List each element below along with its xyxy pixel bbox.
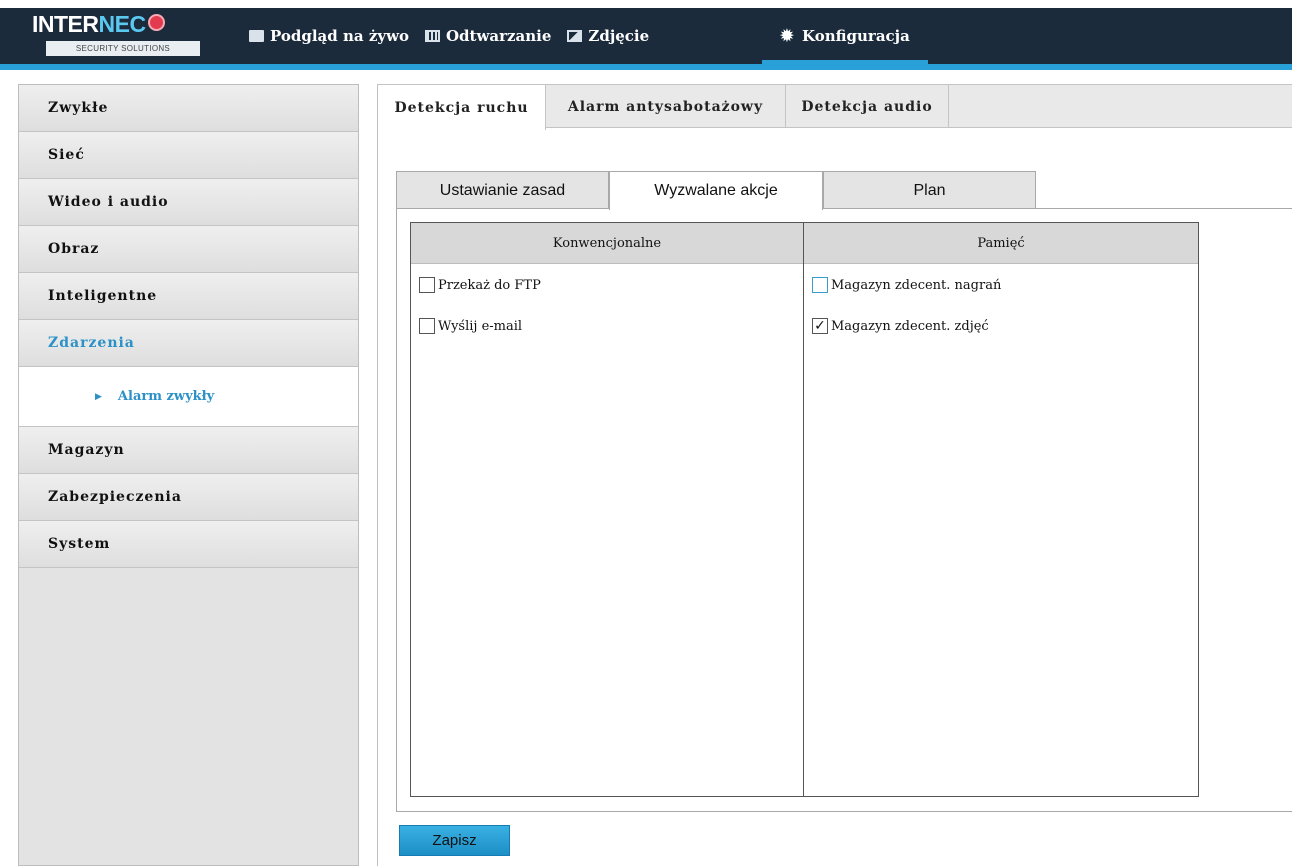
subtab-triggered-actions[interactable]: Wyzwalane akcje [609,171,823,210]
nav-live-view[interactable]: Podgląd na żywo [249,27,409,45]
event-tabs: Detekcja ruchu Alarm antysabotażowy Dete… [378,84,1292,130]
tab-motion-detection[interactable]: Detekcja ruchu [378,85,546,130]
main-nav: Podgląd na żywo Odtwarzanie Zdjęcie [249,8,665,64]
save-button[interactable]: Zapisz [399,825,510,856]
sidebar-item-general[interactable]: Zwykłe [19,85,358,132]
checkbox-box[interactable] [419,318,435,334]
nav-active-indicator [762,60,928,64]
top-clipped-text [0,0,1292,8]
sidebar-item-security[interactable]: Zabezpieczenia [19,474,358,521]
nav-label: Podgląd na żywo [270,27,409,45]
nav-label: Konfiguracja [802,27,910,45]
sidebar-item-system[interactable]: System [19,521,358,568]
tab-audio-detection[interactable]: Detekcja audio [786,85,949,128]
column-header-storage: Pamięć [977,236,1025,251]
photo-icon [567,30,583,42]
sidebar-subitem-label: Alarm zwykły [117,389,215,404]
config-sidebar: Zwykłe Sieć Wideo i audio Obraz Intelige… [18,84,359,866]
actions-grid-header: Konwencjonalne Pamięć [411,223,1198,264]
checkbox-label: Magazyn zdecent. zdjęć [831,318,989,334]
nav-playback[interactable]: Odtwarzanie [424,27,552,45]
checkbox-box[interactable] [812,277,828,293]
film-icon [424,30,440,42]
column-divider [803,223,804,796]
column-header-conventional: Konwencjonalne [552,236,662,251]
header-accent-line [0,64,1292,70]
checkbox-label: Przekaż do FTP [438,277,541,293]
nav-label: Odtwarzanie [445,27,552,45]
gear-icon: ✹ [780,26,794,45]
checkbox-edge-snapshot-storage[interactable]: ✓ Magazyn zdecent. zdjęć [812,318,989,334]
actions-grid: Konwencjonalne Pamięć Przekaż do FTP Wyś… [410,222,1199,797]
sidebar-item-image[interactable]: Obraz [19,226,358,273]
sidebar-item-events[interactable]: Zdarzenia [19,320,358,367]
subtab-rule-settings[interactable]: Ustawianie zasad [396,171,609,209]
nav-photo[interactable]: Zdjęcie [567,27,649,45]
checkbox-checked-box[interactable]: ✓ [812,318,828,334]
nav-configuration[interactable]: ✹ Konfiguracja [779,8,926,64]
logo-dot-icon [147,14,165,31]
sidebar-item-intelligent[interactable]: Inteligentne [19,273,358,320]
brand-logo: INTERNEC SECURITY SOLUTIONS [32,11,212,59]
monitor-icon [249,30,264,42]
sidebar-item-storage[interactable]: Magazyn [19,427,358,474]
logo-subtitle: SECURITY SOLUTIONS [46,41,200,56]
nav-label: Zdjęcie [588,27,650,45]
checkbox-label: Magazyn zdecent. nagrań [831,277,1002,293]
checkbox-edge-recording-storage[interactable]: Magazyn zdecent. nagrań [812,277,1001,293]
checkbox-send-email[interactable]: Wyślij e-mail [419,318,522,334]
main-panel: Detekcja ruchu Alarm antysabotażowy Dete… [377,84,1292,866]
sidebar-item-network[interactable]: Sieć [19,132,358,179]
tab-tamper-alarm[interactable]: Alarm antysabotażowy [546,85,786,128]
sidebar-item-video-audio[interactable]: Wideo i audio [19,179,358,226]
subtab-schedule[interactable]: Plan [823,171,1036,209]
checkbox-label: Wyślij e-mail [438,318,523,334]
checkbox-box[interactable] [419,277,435,293]
triangle-right-icon: ▶ [95,391,102,402]
sidebar-subitem-common-alarm[interactable]: ▶ Alarm zwykły [19,367,358,427]
checkbox-ftp-upload[interactable]: Przekaż do FTP [419,277,541,293]
